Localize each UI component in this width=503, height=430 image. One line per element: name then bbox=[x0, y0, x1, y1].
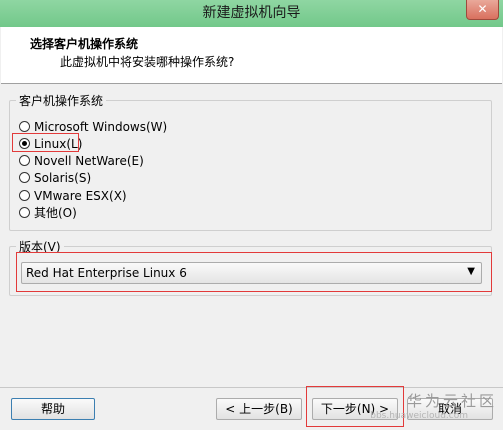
highlight-box-linux bbox=[12, 133, 79, 152]
back-button[interactable]: < 上一步(B) bbox=[216, 398, 302, 420]
version-select[interactable]: Red Hat Enterprise Linux 6 ▼ bbox=[21, 262, 482, 284]
radio-label-other: 其他(O) bbox=[34, 206, 77, 220]
radio-button-icon[interactable] bbox=[19, 172, 30, 183]
chevron-down-icon: ▼ bbox=[467, 266, 475, 277]
version-selected-value: Red Hat Enterprise Linux 6 bbox=[26, 266, 187, 280]
radio-other[interactable]: 其他(O) bbox=[19, 204, 77, 221]
watermark-logo: 华为云社区 bbox=[406, 392, 497, 410]
close-button[interactable]: ✕ bbox=[466, 0, 499, 20]
back-button-label: < 上一步(B) bbox=[225, 402, 293, 416]
window-title: 新建虚拟机向导 bbox=[202, 5, 301, 21]
radio-esx[interactable]: VMware ESX(X) bbox=[19, 187, 127, 204]
watermark-url: bbs.huaweicloud.com bbox=[370, 411, 468, 421]
radio-button-icon[interactable] bbox=[19, 121, 30, 132]
help-button-label: 帮助 bbox=[40, 402, 65, 416]
radio-button-icon[interactable] bbox=[19, 207, 30, 218]
radio-label-esx: VMware ESX(X) bbox=[34, 188, 127, 203]
header-subtitle: 此虚拟机中将安装哪种操作系统? bbox=[60, 55, 235, 69]
header-title: 选择客户机操作系统 bbox=[30, 37, 139, 51]
radio-label-solaris: Solaris(S) bbox=[34, 170, 92, 185]
radio-label-windows: Microsoft Windows(W) bbox=[34, 119, 168, 134]
close-icon: ✕ bbox=[477, 2, 488, 16]
radio-button-icon[interactable] bbox=[19, 155, 30, 166]
guest-os-legend: 客户机操作系统 bbox=[16, 92, 107, 109]
radio-button-icon[interactable] bbox=[19, 190, 30, 201]
radio-solaris[interactable]: Solaris(S) bbox=[19, 169, 91, 186]
wizard-header: 选择客户机操作系统 此虚拟机中将安装哪种操作系统? bbox=[1, 27, 502, 84]
window-titlebar: 新建虚拟机向导 bbox=[0, 0, 503, 27]
radio-label-netware: Novell NetWare(E) bbox=[34, 153, 144, 168]
help-button[interactable]: 帮助 bbox=[11, 398, 95, 420]
footer-divider bbox=[0, 387, 503, 388]
radio-netware[interactable]: Novell NetWare(E) bbox=[19, 152, 144, 169]
